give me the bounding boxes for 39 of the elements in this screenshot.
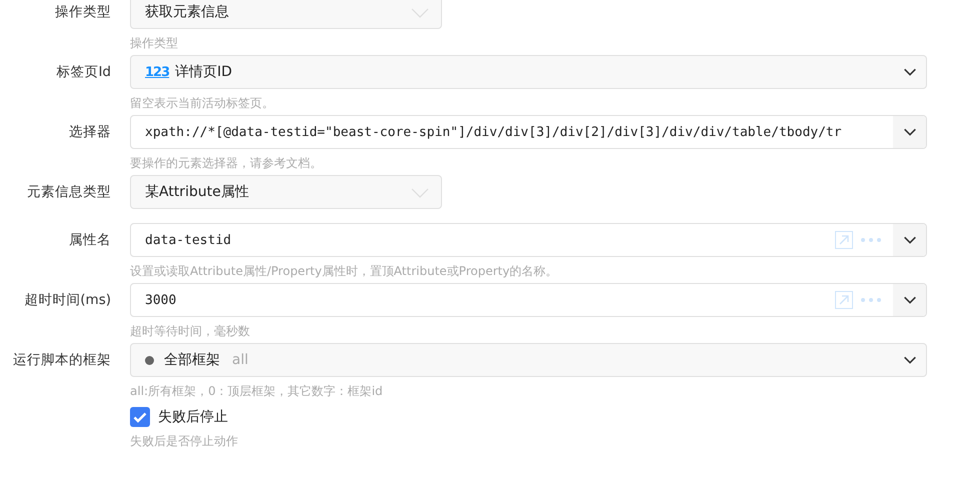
field-hint: 超时等待时间，毫秒数 (130, 323, 251, 339)
field-label: 元素信息类型 (26, 183, 111, 202)
field-hint: 操作类型 (130, 35, 179, 51)
number-type-label: 123 (145, 64, 170, 80)
field-hint: 要操作的元素选择器，请参考文档。 (130, 155, 323, 171)
chevron-down-icon[interactable] (904, 296, 916, 304)
input-value: data-testid (145, 232, 232, 248)
field-label: 标签页Id (55, 63, 111, 82)
combo-field[interactable]: 123 详情页ID (130, 55, 927, 89)
chevron-down-icon[interactable] (904, 68, 916, 76)
check-icon (133, 412, 147, 422)
combo-value: 详情页ID (175, 63, 232, 81)
input-value: 3000 (145, 292, 176, 308)
field-hint: 失败后是否停止动作 (130, 433, 239, 449)
input-field[interactable]: xpath://*[@data-testid="beast-core-spin"]/div/div[3]/div[2]/div[3]/div/div/table/tbody/tr (130, 115, 927, 149)
dropdown[interactable]: 某Attribute属性 (130, 175, 442, 209)
field-label: 运行脚本的框架 (12, 351, 111, 370)
checkbox[interactable] (130, 407, 150, 427)
combo-field[interactable]: 全部框架 all (130, 343, 927, 377)
field-hint: 设置或读取Attribute属性/Property属性时，置顶Attribute或Property的名称。 (130, 263, 559, 279)
dropdown-value: 获取元素信息 (145, 3, 229, 21)
dot-icon (145, 356, 154, 364)
dropdown[interactable]: 获取元素信息 (130, 0, 442, 29)
field-label: 操作类型 (54, 3, 111, 22)
secondary-value: all (232, 352, 248, 368)
field-label: 选择器 (68, 123, 111, 142)
checkbox-label: 失败后停止 (158, 408, 228, 426)
combo-value: 全部框架 (164, 351, 220, 369)
chevron-down-icon[interactable] (904, 236, 916, 244)
input-value: xpath://*[@data-testid="beast-core-spin"]/div/div[3]/div[2]/div[3]/div/div/table/tbody/tr (145, 124, 842, 140)
field-hint: all:所有框架，0：顶层框架，其它数字：框架id (130, 383, 384, 399)
field-label: 超时时间(ms) (23, 291, 111, 310)
chevron-down-icon[interactable] (904, 356, 916, 364)
field-hint: 留空表示当前活动标签页。 (130, 95, 275, 111)
field-label: 属性名 (68, 231, 111, 250)
dropdown-value: 某Attribute属性 (145, 183, 249, 201)
input-field[interactable]: data-testid (130, 223, 927, 257)
input-field[interactable]: 3000 (130, 283, 927, 317)
chevron-down-icon[interactable] (904, 128, 916, 136)
